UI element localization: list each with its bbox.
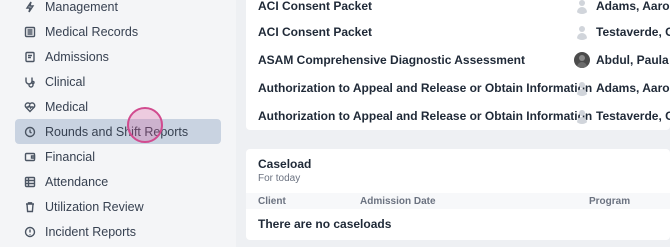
document-row[interactable]: Authorization to Appeal and Release or O… [258,74,670,102]
sidebar-item-label: Clinical [45,74,86,89]
document-name: Authorization to Appeal and Release or O… [258,109,593,123]
caseload-title: Caseload [258,157,312,171]
sidebar-item-label: Medical Records [45,24,139,39]
sidebar-item-financial[interactable]: Financial [15,144,221,169]
document-row[interactable]: Authorization to Appeal and Release or O… [258,102,670,130]
documents-card: ACI Consent Packet Adams, Aaron ACI Cons… [246,0,670,130]
document-user: Testaverde, Colin [574,108,670,124]
sidebar-item-rounds-and-shift-reports[interactable]: Rounds and Shift Reports [15,119,221,144]
alert-circle-icon [23,225,37,239]
avatar [574,24,590,40]
sidebar-item-label: Admissions [45,49,109,64]
trash-icon [23,200,37,214]
avatar [574,108,590,124]
caseload-table-header: Client Admission Date Program [246,193,670,209]
document-user: Adams, Aaron [574,0,670,14]
lightning-icon [23,0,37,14]
user-name: Adams, Aaron [596,81,670,95]
click-indicator [127,107,163,143]
document-row[interactable]: ACI Consent Packet Adams, Aaron [258,0,670,20]
clipboard-icon [23,50,37,64]
heart-pulse-icon [23,100,37,114]
document-name: ACI Consent Packet [258,25,373,39]
document-name: ASAM Comprehensive Diagnostic Assessment [258,53,525,67]
sidebar-item-label: Rounds and Shift Reports [45,124,189,139]
user-name: Testaverde, Colin [596,109,670,123]
caseload-subtitle: For today [258,173,301,184]
document-name: ACI Consent Packet [258,0,373,13]
user-name: Testaverde, Colin [596,25,670,39]
sidebar-item-label: Financial [45,149,96,164]
user-name: Adams, Aaron [596,0,670,13]
sidebar: Management Medical Records Admissions Cl… [0,0,236,247]
sidebar-item-clinical[interactable]: Clinical [15,69,221,94]
document-row[interactable]: ASAM Comprehensive Diagnostic Assessment… [258,46,670,74]
sidebar-item-incident-reports[interactable]: Incident Reports [15,219,221,244]
user-name: Abdul, Paula [596,53,669,67]
clock-icon [23,125,37,139]
sidebar-item-label: Management [45,0,118,14]
list-icon [23,25,37,39]
wallet-icon [23,150,37,164]
caseload-empty-message: There are no caseloads [258,217,392,231]
sidebar-item-label: Incident Reports [45,224,137,239]
document-user: Adams, Aaron [574,80,670,96]
sidebar-item-management[interactable]: Management [15,0,221,19]
document-name: Authorization to Appeal and Release or O… [258,81,593,95]
sidebar-item-admissions[interactable]: Admissions [15,44,221,69]
sidebar-item-label: Utilization Review [45,199,144,214]
document-user: Abdul, Paula [574,52,669,68]
table-icon [23,175,37,189]
column-header-admission-date[interactable]: Admission Date [360,196,436,207]
sidebar-item-attendance[interactable]: Attendance [15,169,221,194]
avatar [574,52,590,68]
avatar [574,80,590,96]
sidebar-item-medical[interactable]: Medical [15,94,221,119]
sidebar-item-utilization-review[interactable]: Utilization Review [15,194,221,219]
document-user: Testaverde, Colin [574,24,670,40]
avatar [574,0,590,14]
column-header-client[interactable]: Client [258,196,286,207]
sidebar-item-label: Medical [45,99,89,114]
document-row[interactable]: ACI Consent Packet Testaverde, Colin [258,18,670,46]
caseload-card: Caseload For today Client Admission Date… [246,149,670,240]
column-header-program[interactable]: Program [589,196,630,207]
stethoscope-icon [23,75,37,89]
sidebar-item-medical-records[interactable]: Medical Records [15,19,221,44]
sidebar-item-label: Attendance [45,174,109,189]
